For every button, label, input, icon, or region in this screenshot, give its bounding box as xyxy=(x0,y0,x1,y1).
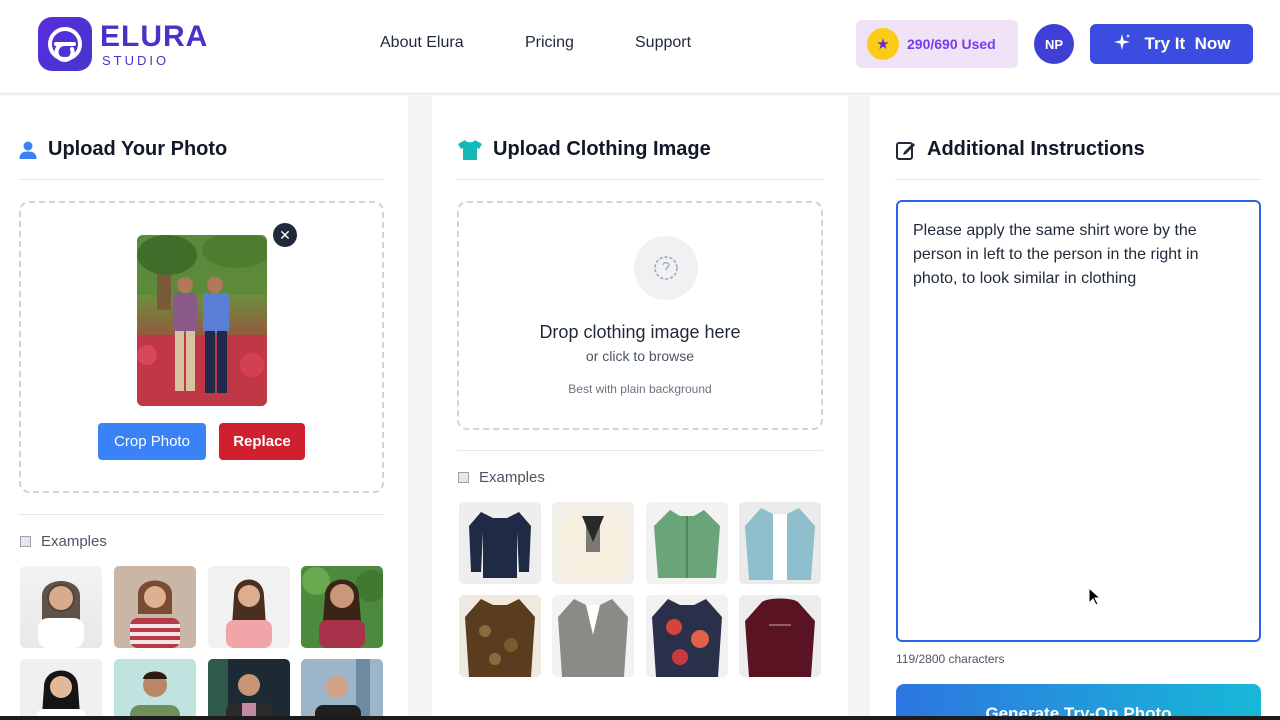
example-photo-8[interactable] xyxy=(301,659,383,720)
divider xyxy=(18,179,384,180)
sparkle-icon xyxy=(1113,33,1131,56)
example-clothing-6[interactable] xyxy=(552,595,634,677)
clothing-examples-label: Examples xyxy=(458,469,545,486)
divider xyxy=(457,179,823,180)
example-clothing-5[interactable] xyxy=(459,595,541,677)
example-photo-7[interactable] xyxy=(208,659,290,720)
user-icon xyxy=(18,140,38,160)
checkbox-icon xyxy=(458,472,469,483)
photo-examples-label: Examples xyxy=(20,533,107,550)
example-clothing-3[interactable] xyxy=(646,502,728,584)
instructions-title: Additional Instructions xyxy=(927,138,1145,160)
drop-subtitle: or click to browse xyxy=(585,348,695,364)
brand-logo[interactable]: ELURA STUDIO xyxy=(38,17,208,71)
divider xyxy=(895,179,1261,180)
example-photo-5[interactable] xyxy=(20,659,102,720)
star-icon: ★ xyxy=(867,28,899,60)
top-header: ELURA STUDIO About Elura Pricing Support… xyxy=(0,0,1280,94)
upload-photo-title: Upload Your Photo xyxy=(48,138,228,160)
instructions-heading: Additional Instructions xyxy=(895,138,1145,161)
example-photo-1[interactable] xyxy=(20,566,102,648)
brand-name: ELURA xyxy=(100,19,209,53)
upload-clothing-title: Upload Clothing Image xyxy=(493,138,711,160)
drop-title: Drop clothing image here xyxy=(539,322,741,342)
divider xyxy=(457,450,823,451)
replace-photo-button[interactable]: Replace xyxy=(219,423,305,460)
nav-about[interactable]: About Elura xyxy=(380,34,464,52)
crop-photo-button[interactable]: Crop Photo xyxy=(98,423,206,460)
instructions-panel: Additional Instructions Please apply the… xyxy=(870,96,1280,720)
generate-button[interactable]: Generate Try-On Photo xyxy=(896,684,1261,720)
nav-pricing[interactable]: Pricing xyxy=(525,34,574,52)
example-photo-4[interactable] xyxy=(301,566,383,648)
example-photo-2[interactable] xyxy=(114,566,196,648)
edit-icon xyxy=(895,139,917,161)
example-clothing-4[interactable] xyxy=(739,502,821,584)
credits-badge[interactable]: ★ 290/690 Used xyxy=(856,20,1018,68)
instructions-textarea[interactable]: Please apply the same shirt wore by the … xyxy=(896,200,1261,642)
try-it-now-button[interactable]: Try It Now xyxy=(1090,24,1253,64)
example-clothing-8[interactable] xyxy=(739,595,821,677)
upload-photo-heading: Upload Your Photo xyxy=(18,138,227,161)
user-avatar[interactable]: NP xyxy=(1034,24,1074,64)
bottom-edge xyxy=(0,716,1280,720)
divider xyxy=(18,514,384,515)
drop-circle xyxy=(634,236,698,300)
credits-text: 290/690 Used xyxy=(907,36,996,52)
checkbox-icon xyxy=(20,536,31,547)
nav-support[interactable]: Support xyxy=(635,34,691,52)
upload-clothing-heading: Upload Clothing Image xyxy=(457,138,711,161)
example-clothing-2[interactable] xyxy=(552,502,634,584)
logo-e-icon xyxy=(38,17,92,71)
example-photo-3[interactable] xyxy=(208,566,290,648)
uploaded-photo xyxy=(137,235,267,406)
clothing-dropzone[interactable]: Drop clothing image here or click to bro… xyxy=(457,201,823,430)
example-photo-6[interactable] xyxy=(114,659,196,720)
upload-placeholder-icon xyxy=(654,256,678,280)
mouse-cursor-icon xyxy=(1088,587,1102,606)
remove-photo-button[interactable]: ✕ xyxy=(273,223,297,247)
close-icon: ✕ xyxy=(279,226,291,243)
shirt-icon xyxy=(457,139,483,161)
upload-clothing-panel: Upload Clothing Image Drop clothing imag… xyxy=(432,96,848,720)
upload-photo-panel: Upload Your Photo ✕ Crop Photo Replace E… xyxy=(0,96,408,720)
example-clothing-7[interactable] xyxy=(646,595,728,677)
example-clothing-1[interactable] xyxy=(459,502,541,584)
photo-dropzone[interactable]: ✕ Crop Photo Replace xyxy=(19,201,384,493)
character-count: 119/2800 characters xyxy=(896,652,1005,666)
try-it-now-label: Try It Now xyxy=(1144,34,1231,53)
drop-hint: Best with plain background xyxy=(568,382,712,396)
brand-subtitle: STUDIO xyxy=(102,52,170,68)
